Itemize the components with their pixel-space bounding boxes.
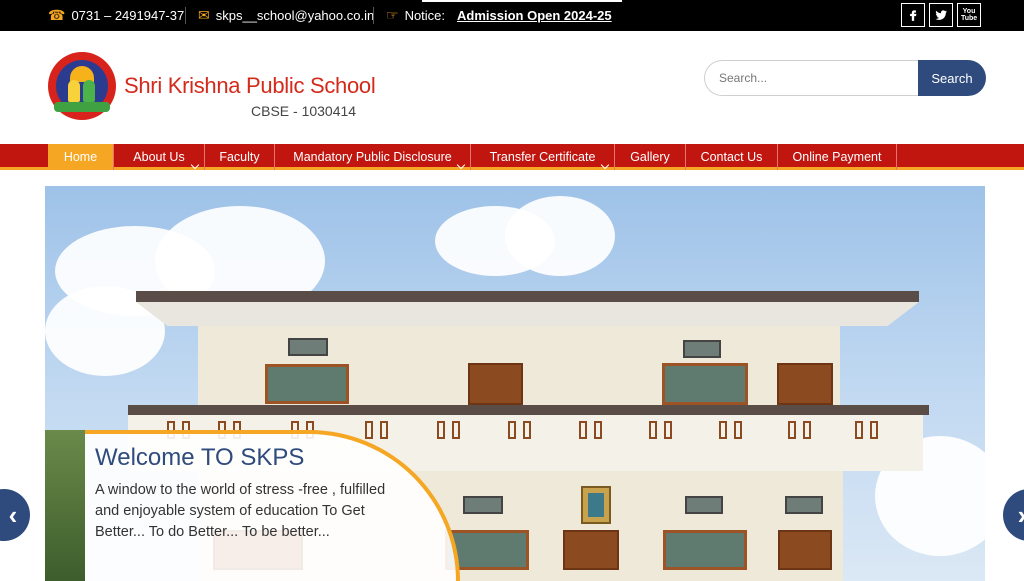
school-logo[interactable] xyxy=(48,52,116,120)
building-vent xyxy=(788,421,796,439)
divider xyxy=(373,7,374,24)
building-vent xyxy=(523,421,531,439)
search-button[interactable]: Search xyxy=(918,60,986,96)
phone-icon: ☎ xyxy=(48,7,66,23)
building-poster xyxy=(581,486,611,524)
nav-faculty[interactable]: Faculty xyxy=(205,144,275,170)
envelope-icon: ✉ xyxy=(198,7,210,23)
nav-label: Home xyxy=(63,150,98,164)
twitter-icon[interactable] xyxy=(929,3,953,27)
building-eave xyxy=(136,302,919,326)
phone-info: ☎ 0731 – 2491947-37 xyxy=(48,0,184,31)
building-vent xyxy=(380,421,388,439)
building-window xyxy=(662,363,748,405)
slider-next-button[interactable]: › xyxy=(1003,489,1024,541)
building-vent xyxy=(452,421,460,439)
school-name[interactable]: Shri Krishna Public School xyxy=(124,73,376,99)
building-vent xyxy=(508,421,516,439)
building-vent xyxy=(594,421,602,439)
nav-transfer-certificate[interactable]: Transfer Certificate xyxy=(471,144,615,170)
slide-title: Welcome TO SKPS xyxy=(95,444,305,471)
nav-label: Mandatory Public Disclosure xyxy=(293,150,452,164)
building-vent xyxy=(855,421,863,439)
nav-home[interactable]: Home xyxy=(48,144,114,170)
building-vent xyxy=(719,421,727,439)
building-window xyxy=(685,496,723,514)
building-roof xyxy=(136,291,919,302)
chevron-left-icon: ‹ xyxy=(8,499,18,530)
email-info: ✉ skps__school@yahoo.co.in xyxy=(198,0,374,31)
building-vent xyxy=(870,421,878,439)
building-vent xyxy=(579,421,587,439)
cbse-code: CBSE - 1030414 xyxy=(251,103,357,119)
building-vent xyxy=(437,421,445,439)
logo-figure xyxy=(83,80,95,102)
youtube-label: You Tube xyxy=(961,8,978,22)
building-band xyxy=(128,405,929,415)
building-door xyxy=(468,363,523,405)
nav-label: About Us xyxy=(133,150,185,164)
nav-contact-us[interactable]: Contact Us xyxy=(686,144,778,170)
nav-label: Faculty xyxy=(219,150,260,164)
nav-label: Gallery xyxy=(630,150,670,164)
chevron-right-icon: › xyxy=(1018,500,1024,531)
nav-label: Contact Us xyxy=(700,150,763,164)
nav-label: Online Payment xyxy=(792,150,882,164)
nav-mandatory-public-disclosure[interactable]: Mandatory Public Disclosure xyxy=(275,144,471,170)
trees-decoration xyxy=(45,430,85,581)
nav-online-payment[interactable]: Online Payment xyxy=(778,144,897,170)
pointing-hand-icon: ☞ xyxy=(386,7,399,23)
facebook-icon[interactable] xyxy=(901,3,925,27)
building-vent xyxy=(664,421,672,439)
facebook-glyph xyxy=(910,10,917,21)
divider xyxy=(185,7,186,24)
building-window xyxy=(663,530,747,570)
nav-label: Transfer Certificate xyxy=(489,150,596,164)
nav-gallery[interactable]: Gallery xyxy=(615,144,686,170)
slider-prev-button[interactable]: ‹ xyxy=(0,489,30,541)
main-navigation: Home About Us Faculty Mandatory Public D… xyxy=(0,144,1024,170)
slide-description: A window to the world of stress -free , … xyxy=(95,482,386,540)
hero-slider[interactable]: Welcome TO SKPS A window to the world of… xyxy=(45,186,985,581)
building-vent xyxy=(734,421,742,439)
logo-ribbon xyxy=(54,102,110,112)
notice-label: Notice: xyxy=(404,8,446,23)
chevron-down-icon xyxy=(190,160,200,170)
twitter-glyph xyxy=(935,10,947,20)
logo-figure xyxy=(68,80,80,102)
building-window xyxy=(785,496,823,514)
building-window xyxy=(288,338,328,356)
chevron-down-icon xyxy=(456,160,466,170)
building-door xyxy=(563,530,619,570)
building-vent xyxy=(649,421,657,439)
youtube-icon[interactable]: You Tube xyxy=(957,3,981,27)
building-vent xyxy=(803,421,811,439)
notice-link[interactable]: Admission Open 2024-25 xyxy=(457,8,612,23)
building-door xyxy=(777,363,833,405)
top-bar: ☎ 0731 – 2491947-37 ✉ skps__school@yahoo… xyxy=(0,0,1024,31)
notice: ☞ Notice: Admission Open 2024-25 xyxy=(386,0,612,31)
search-input[interactable] xyxy=(704,60,920,96)
nav-about-us[interactable]: About Us xyxy=(114,144,205,170)
chevron-down-icon xyxy=(600,160,610,170)
building-vent xyxy=(365,421,373,439)
building-window xyxy=(683,340,721,358)
cloud xyxy=(505,196,615,276)
email-address[interactable]: skps__school@yahoo.co.in xyxy=(216,8,374,23)
building-door xyxy=(778,530,832,570)
poster-image xyxy=(588,493,604,517)
search-form: Search xyxy=(704,60,986,96)
building-window xyxy=(463,496,503,514)
site-header: Shri Krishna Public School CBSE - 103041… xyxy=(0,31,1024,144)
building-window xyxy=(265,364,349,404)
phone-number: 0731 – 2491947-37 xyxy=(71,8,185,23)
